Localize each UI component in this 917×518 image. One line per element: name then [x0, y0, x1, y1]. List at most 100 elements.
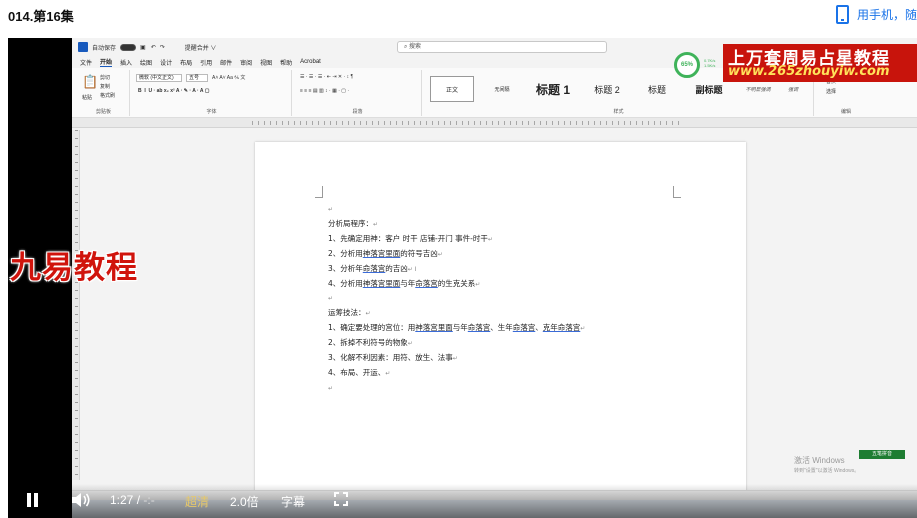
- list-icons[interactable]: ☰ · ☰ · ☰ · ⇤ ⇥ ✕ · ↕ ¶: [300, 74, 353, 80]
- document-line-m3[interactable]: 3、化解不利因素：用符、放生、法事↵: [328, 351, 585, 366]
- autosave-label: 自动保存: [92, 45, 117, 52]
- paragraph-mark: ↵: [385, 369, 391, 377]
- select-button[interactable]: 选择: [826, 88, 836, 95]
- activate-windows-notice: 激活 Windows 转到"设置"以激活 Windows。: [794, 456, 859, 476]
- line-text: 4、分析用: [328, 278, 363, 288]
- pause-icon[interactable]: [27, 493, 38, 507]
- menu-references[interactable]: 引用: [200, 58, 212, 67]
- line-text: 3、化解不利因素：用符、放生、法事: [328, 353, 453, 363]
- paragraph-group-label: 段落: [352, 109, 363, 115]
- paragraph-mark: ↵: [580, 325, 586, 333]
- network-stats: 0.7K/s 1.5K/s: [704, 58, 715, 68]
- document-line-m1[interactable]: 1、确定要处理的宫位：用神落宫里面与年命落宫、生年命落宫、克年命落宫↵: [328, 321, 585, 336]
- menu-file[interactable]: 文件: [80, 58, 92, 67]
- menu-layout[interactable]: 布局: [180, 58, 192, 67]
- cut-button[interactable]: 剪切: [100, 74, 110, 81]
- document-line-l4[interactable]: 4、分析用神落宫里面与年命落宫的生克关系↵: [328, 277, 585, 292]
- line-text: 、生年: [490, 323, 513, 333]
- line-text: 3、分析年: [328, 263, 363, 273]
- document-line-blank1[interactable]: ↵: [328, 291, 585, 306]
- line-text: 1、确定要处理的宫位：用: [328, 323, 416, 333]
- style-title[interactable]: 标题: [634, 76, 680, 102]
- copy-button[interactable]: 复制: [100, 83, 110, 90]
- subtitles-button[interactable]: 字幕: [281, 493, 305, 510]
- word-logo-icon: [78, 42, 88, 52]
- quality-button[interactable]: 超清: [185, 493, 209, 510]
- time-current: 1:27: [110, 493, 134, 507]
- paragraph-group: ☰ · ☰ · ☰ · ⇤ ⇥ ✕ · ↕ ¶ ≡ ≡ ≡ ▤ ▥ ↕ · ▦ …: [294, 70, 422, 116]
- document-name: 提醒合并 ∨: [184, 45, 217, 52]
- margin-corner-left: [315, 186, 323, 198]
- underlined-term: 命落宫: [415, 278, 438, 288]
- font-size-select[interactable]: 五号: [186, 74, 208, 82]
- vertical-ruler: [72, 130, 80, 480]
- underlined-term: 命落宫: [512, 323, 536, 333]
- paragraph-mark: ↵: [487, 235, 493, 243]
- underlined-term: 神落宫里面: [362, 248, 401, 258]
- episode-title: 014.第16集: [8, 9, 74, 24]
- mobile-link-text: 用手机，随: [856, 8, 917, 22]
- style-no-spacing[interactable]: 无间隔: [480, 76, 524, 102]
- style-heading-1[interactable]: 标题 1: [526, 76, 580, 102]
- save-icon[interactable]: ▣: [140, 44, 146, 51]
- mobile-watch-link[interactable]: 用手机，随: [835, 5, 917, 24]
- line-text: 的符号吉凶: [400, 248, 438, 258]
- paragraph-mark: ↵: [452, 355, 458, 363]
- document-line-m2[interactable]: 2、拆掉不利符号的物象↵: [328, 336, 585, 351]
- document-line-m4[interactable]: 4、布局、开运、↵: [328, 366, 585, 381]
- document-line-blank2[interactable]: ↵: [328, 381, 585, 396]
- volume-icon[interactable]: [71, 492, 91, 508]
- paste-icon[interactable]: 📋: [82, 74, 98, 90]
- menu-review[interactable]: 审阅: [240, 58, 252, 67]
- undo-icon[interactable]: ↶: [151, 44, 156, 51]
- autosave-toggle[interactable]: [120, 43, 137, 51]
- menu-draw[interactable]: 绘图: [140, 58, 152, 67]
- fullscreen-icon[interactable]: [334, 492, 348, 506]
- menu-view[interactable]: 视图: [260, 58, 272, 67]
- line-text: 分析局程序：: [328, 218, 373, 228]
- time-separator: /: [136, 493, 141, 507]
- document-line-heading1[interactable]: 分析局程序：↵: [328, 217, 585, 232]
- ime-tray-tag[interactable]: 五笔拼音: [859, 450, 905, 459]
- memory-usage-ring: 65%: [674, 52, 700, 78]
- style-normal[interactable]: 正文: [430, 76, 474, 102]
- menu-help[interactable]: 帮助: [280, 58, 292, 67]
- style-heading-2[interactable]: 标题 2: [582, 76, 632, 102]
- align-icons[interactable]: ≡ ≡ ≡ ▤ ▥ ↕ · ▦ · ▢ ·: [300, 88, 349, 94]
- font-group-label: 字体: [206, 109, 217, 115]
- speed-button[interactable]: 2.0倍: [230, 493, 259, 510]
- document-line-l1[interactable]: 1、先确定用神：客户 时干 店铺-开门 事件-时干↵: [328, 232, 585, 247]
- underlined-term: 命落宫: [467, 323, 491, 333]
- menu-design[interactable]: 设计: [160, 58, 172, 67]
- document-body[interactable]: ↵ 分析局程序：↵ 1、先确定用神：客户 时干 店铺-开门 事件-时干↵ 2、分析用神…: [328, 202, 585, 396]
- clipboard-group: 📋 粘贴 剪切 复制 格式刷 剪贴板: [78, 70, 130, 116]
- document-line-l2[interactable]: 2、分析用神落宫里面的符号吉凶↵: [328, 247, 585, 262]
- time-total: -:-: [143, 493, 155, 507]
- line-text: 的吉凶: [385, 263, 408, 273]
- document-page[interactable]: ↵ 分析局程序：↵ 1、先确定用神：客户 时干 店铺-开门 事件-时干↵ 2、分析用神…: [255, 142, 746, 518]
- menu-insert[interactable]: 插入: [120, 58, 132, 67]
- font-grow-icon[interactable]: A˄ A˅ Aa ⅍ 文: [212, 74, 245, 81]
- video-player[interactable]: 自动保存 ▣ ↶ ↷ 提醒合并 ∨ ⌕ 搜索 文件 开始 插入 绘图 设计 布局…: [8, 38, 917, 518]
- font-format-icons[interactable]: B I U · ab x₂ x² A · ✎ · A · A ▢: [138, 88, 209, 94]
- line-text: 与年: [400, 278, 416, 288]
- document-line-blank0[interactable]: ↵: [328, 202, 585, 217]
- line-text: 2、拆掉不利符号的物象: [328, 338, 408, 348]
- document-line-l3[interactable]: 3、分析年命落宫的吉凶↵ I: [328, 262, 585, 277]
- underlined-term: 神落宫里面: [362, 278, 401, 288]
- menu-mailings[interactable]: 邮件: [220, 58, 232, 67]
- word-search-box[interactable]: ⌕ 搜索: [397, 41, 607, 53]
- redo-icon[interactable]: ↷: [160, 44, 165, 51]
- format-painter-button[interactable]: 格式刷: [100, 92, 115, 99]
- paragraph-mark: ↵: [328, 206, 334, 213]
- document-line-heading2[interactable]: 运筹技法：↵: [328, 306, 585, 321]
- paste-label[interactable]: 粘贴: [82, 94, 92, 101]
- net-down: 1.5K/s: [704, 63, 716, 68]
- font-name-select[interactable]: 微软 (中文正文): [136, 74, 182, 82]
- menu-home[interactable]: 开始: [100, 57, 113, 67]
- underlined-term: 命落宫: [362, 263, 386, 273]
- ruler-scale: [252, 121, 682, 125]
- menu-acrobat[interactable]: Acrobat: [300, 59, 321, 65]
- underlined-term: 克年命落宫: [542, 323, 581, 333]
- horizontal-ruler: [72, 118, 917, 128]
